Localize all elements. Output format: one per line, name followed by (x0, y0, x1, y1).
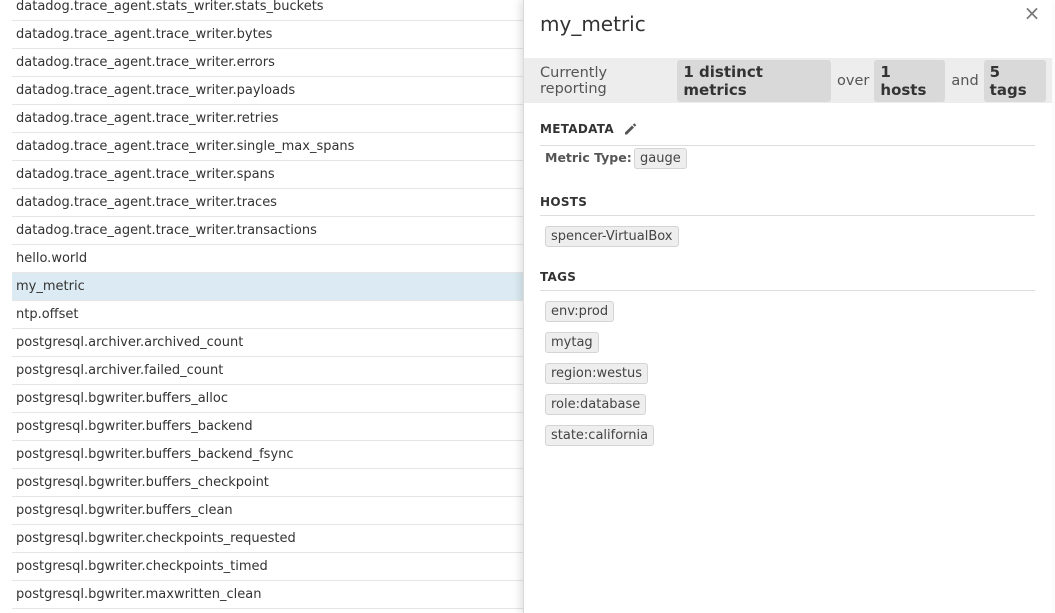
panel-title: my_metric (540, 12, 646, 36)
metric-list-item[interactable]: datadog.trace_agent.trace_writer.single_… (12, 133, 532, 161)
reporting-summary: Currently reporting 1 distinct metrics o… (524, 58, 1052, 103)
reporting-and: and (951, 72, 979, 89)
hosts-count-badge: 1 hosts (874, 59, 946, 102)
metric-list-item[interactable]: datadog.trace_agent.stats_writer.stats_b… (12, 0, 532, 21)
metric-list-item[interactable]: datadog.trace_agent.trace_writer.transac… (12, 217, 532, 245)
metric-list: datadog.trace_agent.stats_writer.stats_b… (12, 0, 532, 609)
metric-list-item[interactable]: postgresql.bgwriter.buffers_checkpoint (12, 469, 532, 497)
metric-list-item[interactable]: datadog.trace_agent.trace_writer.errors (12, 49, 532, 77)
tags-count-badge: 5 tags (983, 59, 1047, 102)
metric-list-item[interactable]: datadog.trace_agent.trace_writer.bytes (12, 21, 532, 49)
reporting-prefix: Currently reporting (540, 64, 608, 97)
metric-list-item[interactable]: postgresql.archiver.failed_count (12, 357, 532, 385)
metric-list-item[interactable]: postgresql.bgwriter.maxwritten_clean (12, 581, 532, 609)
host-tag[interactable]: spencer-VirtualBox (545, 226, 679, 247)
metric-type-label: Metric Type: (545, 150, 632, 165)
reporting-over: over (837, 72, 870, 89)
metric-list-item[interactable]: datadog.trace_agent.trace_writer.spans (12, 161, 532, 189)
metric-list-item[interactable]: postgresql.bgwriter.checkpoints_requeste… (12, 525, 532, 553)
metric-list-item[interactable]: postgresql.bgwriter.buffers_backend_fsyn… (12, 441, 532, 469)
metric-list-item[interactable]: postgresql.archiver.archived_count (12, 329, 532, 357)
metric-detail-panel: × my_metric Currently reporting 1 distin… (523, 0, 1052, 613)
metadata-heading: METADATA (540, 122, 1035, 146)
tag-item[interactable]: env:prod (545, 301, 615, 322)
hosts-heading: HOSTS (540, 195, 1035, 216)
tag-item[interactable]: region:westus (545, 363, 649, 384)
tag-item[interactable]: mytag (545, 332, 599, 353)
tags-heading: TAGS (540, 270, 1035, 291)
metric-type-value: gauge (634, 148, 687, 169)
tag-item[interactable]: role:database (545, 394, 647, 415)
metric-list-item[interactable]: postgresql.bgwriter.buffers_backend (12, 413, 532, 441)
metric-list-item[interactable]: ntp.offset (12, 301, 532, 329)
metric-list-item[interactable]: hello.world (12, 245, 532, 273)
metric-list-item[interactable]: datadog.trace_agent.trace_writer.payload… (12, 77, 532, 105)
metric-list-item[interactable]: postgresql.bgwriter.buffers_clean (12, 497, 532, 525)
tag-item[interactable]: state:california (545, 425, 655, 446)
close-icon[interactable]: × (1022, 3, 1042, 23)
metrics-count-badge: 1 distinct metrics (677, 59, 832, 102)
metric-list-item[interactable]: postgresql.bgwriter.checkpoints_timed (12, 553, 532, 581)
metric-list-item[interactable]: datadog.trace_agent.trace_writer.traces (12, 189, 532, 217)
metric-list-item[interactable]: postgresql.bgwriter.buffers_alloc (12, 385, 532, 413)
pencil-icon[interactable] (623, 122, 637, 139)
metadata-heading-label: METADATA (540, 122, 614, 136)
metric-list-item[interactable]: datadog.trace_agent.trace_writer.retries (12, 105, 532, 133)
metric-list-item-selected[interactable]: my_metric (12, 273, 532, 301)
